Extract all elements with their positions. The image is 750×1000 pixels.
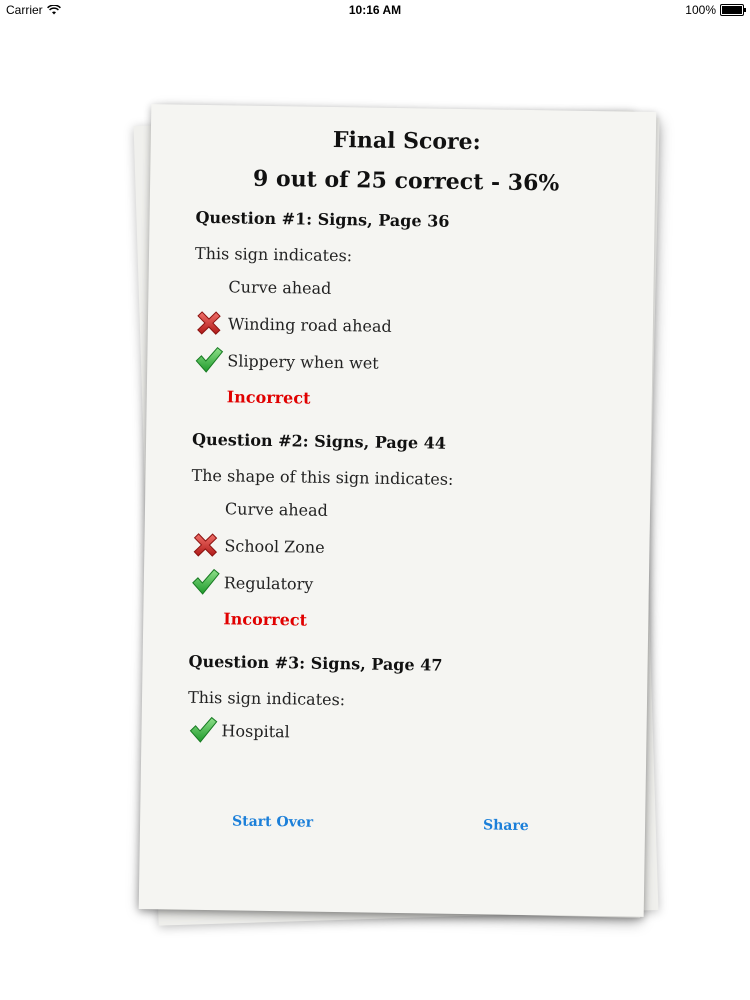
answer-text: Curve ahead bbox=[224, 499, 329, 520]
question-heading: Question #1: Signs, Page 36 bbox=[195, 207, 450, 231]
checkmark-icon bbox=[190, 567, 220, 597]
answer-option: Hospital bbox=[187, 712, 608, 756]
final-score-title: Final Score: bbox=[332, 126, 481, 156]
sheet-footer: Start Over Share bbox=[140, 812, 645, 850]
cross-icon bbox=[194, 308, 224, 338]
cross-icon bbox=[190, 530, 220, 560]
battery-percent: 100% bbox=[685, 3, 716, 17]
battery-icon bbox=[720, 4, 746, 16]
answer-text: Curve ahead bbox=[228, 277, 332, 298]
result-label: Incorrect bbox=[223, 609, 308, 630]
status-bar: Carrier 10:16 AM 100% bbox=[0, 0, 750, 22]
question-list[interactable]: Question #1: Signs, Page 36 This sign ind… bbox=[187, 205, 616, 772]
question-heading: Question #2: Signs, Page 44 bbox=[191, 429, 447, 453]
answer-text: Hospital bbox=[221, 721, 290, 742]
answer-text: School Zone bbox=[224, 536, 325, 557]
status-time: 10:16 AM bbox=[348, 3, 402, 17]
answer-text: Winding road ahead bbox=[227, 314, 392, 336]
checkmark-icon bbox=[187, 715, 218, 745]
score-sheet-content: Final Score: 9 out of 25 correct - 36% Q… bbox=[187, 105, 617, 772]
status-right: 100% bbox=[685, 3, 746, 17]
answer-text: Slippery when wet bbox=[227, 351, 379, 373]
question-heading: Question #3: Signs, Page 47 bbox=[188, 651, 443, 675]
checkmark-icon bbox=[193, 345, 224, 375]
answer-option: Slippery when wet bbox=[193, 342, 614, 386]
share-button[interactable]: Share bbox=[483, 817, 529, 834]
result-label: Incorrect bbox=[226, 387, 311, 408]
final-score-value: 9 out of 25 correct - 36% bbox=[252, 165, 560, 197]
answer-option: Regulatory bbox=[190, 564, 611, 608]
start-over-button[interactable]: Start Over bbox=[232, 813, 313, 830]
answer-text: Regulatory bbox=[223, 573, 314, 594]
score-sheet: Final Score: 9 out of 25 correct - 36% Q… bbox=[138, 104, 657, 917]
